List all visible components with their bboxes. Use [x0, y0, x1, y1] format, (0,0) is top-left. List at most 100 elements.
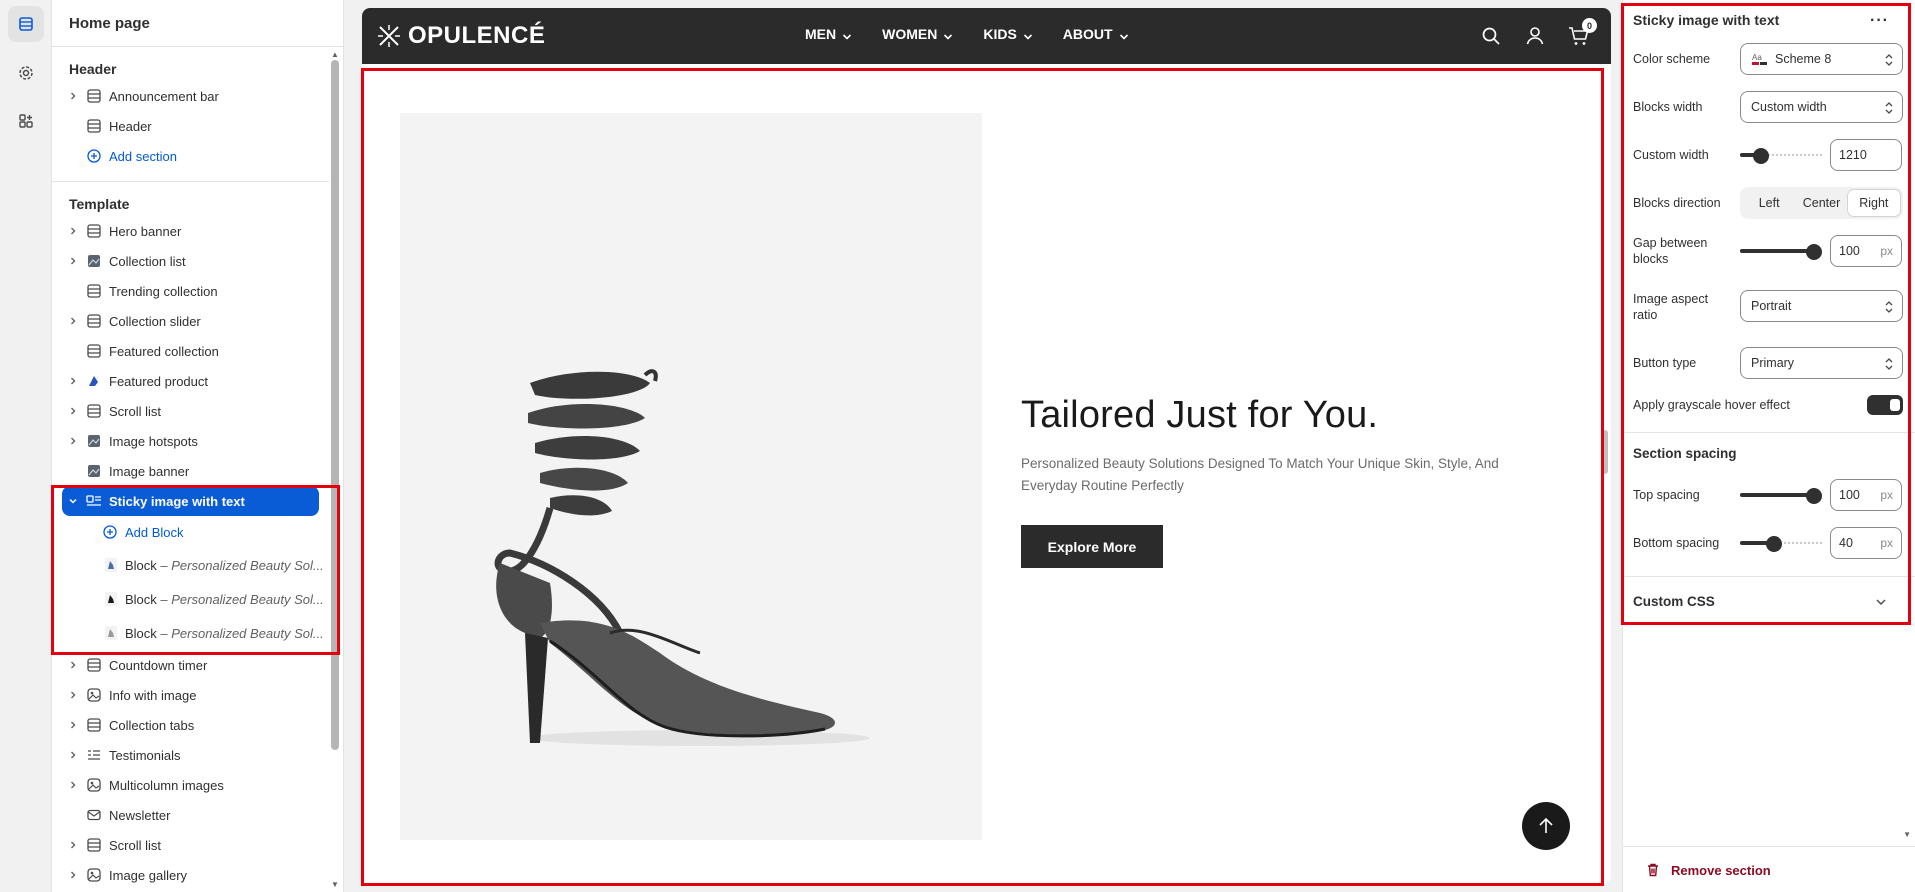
nav-link-men[interactable]: MEN	[805, 26, 852, 42]
slider-thumb[interactable]	[1753, 148, 1770, 164]
top-spacing-slider[interactable]	[1740, 479, 1822, 511]
sidebar-item-label: Collection list	[109, 253, 186, 269]
slider-thumb[interactable]	[1766, 536, 1783, 552]
chevron-right-icon[interactable]	[68, 840, 78, 850]
block-item[interactable]: Block – Personalized Beauty Sol...	[52, 616, 329, 650]
bottom-spacing-input[interactable]: 40 px	[1830, 527, 1902, 559]
chevron-down-icon[interactable]	[1875, 596, 1887, 608]
sidebar-scrollbar[interactable]	[331, 60, 339, 750]
button-type-select[interactable]: Primary	[1740, 347, 1903, 379]
sidebar-item-image-hotspots[interactable]: Image hotspots	[52, 426, 329, 456]
sidebar-item-image-gallery[interactable]: Image gallery	[52, 860, 329, 890]
sidebar-item-info-with-image[interactable]: Info with image	[52, 680, 329, 710]
sidebar-item-testimonials[interactable]: Testimonials	[52, 740, 329, 770]
select-arrows-icon	[1885, 102, 1893, 114]
blocks-width-select[interactable]: Custom width	[1740, 91, 1903, 123]
sidebar-item-announcement-bar[interactable]: Announcement bar	[52, 81, 329, 111]
color-swatch-icon: Aa	[1751, 52, 1769, 66]
slider-thumb[interactable]	[1806, 488, 1822, 504]
chevron-right-icon[interactable]	[68, 91, 78, 101]
sidebar-item-collection-tabs[interactable]: Collection tabs	[52, 710, 329, 740]
plus-circle-icon	[102, 524, 118, 540]
sections-icon[interactable]	[8, 6, 44, 42]
color-scheme-select[interactable]: Aa Scheme 8	[1740, 43, 1903, 75]
chevron-right-icon[interactable]	[68, 780, 78, 790]
add-block-button[interactable]: Add Block	[52, 516, 329, 548]
custom-css-toggle[interactable]: Custom CSS	[1633, 594, 1715, 609]
direction-option-center[interactable]: Center	[1795, 190, 1847, 216]
chevron-right-icon[interactable]	[68, 406, 78, 416]
brand-name: OPULENCÉ	[408, 22, 546, 49]
scroll-down-arrow[interactable]: ▼	[1903, 830, 1911, 839]
sidebar-item-label: Image gallery	[109, 867, 188, 883]
scroll-up-arrow[interactable]: ▲	[331, 50, 339, 59]
preview-scrollbar[interactable]	[1602, 430, 1608, 474]
blocks-direction-segmented: Left Center Right	[1740, 187, 1903, 219]
custom-width-input[interactable]: 1210	[1830, 139, 1902, 171]
grayscale-toggle[interactable]	[1867, 395, 1903, 415]
chevron-right-icon[interactable]	[68, 226, 78, 236]
block-item[interactable]: Block – Personalized Beauty Sol...	[52, 582, 329, 616]
chevron-right-icon[interactable]	[68, 376, 78, 386]
more-actions-icon[interactable]: ···	[1870, 12, 1889, 30]
nav-link-women[interactable]: WOMEN	[882, 26, 953, 42]
color-scheme-value: Scheme 8	[1775, 52, 1832, 66]
chevron-right-icon[interactable]	[68, 720, 78, 730]
block-prefix: Block	[125, 591, 157, 607]
section-icon	[86, 403, 102, 419]
sidebar-item-label: Trending collection	[109, 283, 218, 299]
sidebar-item-newsletter[interactable]: Newsletter	[52, 800, 329, 830]
sidebar-item-trending-collection[interactable]: Trending collection	[52, 276, 329, 306]
account-icon[interactable]	[1523, 24, 1547, 48]
chevron-down-icon[interactable]	[68, 496, 78, 506]
sidebar-item-featured-product[interactable]: Featured product	[52, 366, 329, 396]
slider-thumb[interactable]	[1806, 244, 1822, 260]
nav-link-kids[interactable]: KIDS	[983, 26, 1032, 42]
chevron-right-icon[interactable]	[68, 256, 78, 266]
back-to-top-button[interactable]	[1522, 802, 1570, 850]
apps-icon[interactable]	[8, 103, 44, 139]
gap-input[interactable]: 100 px	[1830, 235, 1902, 267]
chevron-right-icon[interactable]	[68, 316, 78, 326]
add-section-button[interactable]: Add section	[52, 141, 329, 171]
direction-option-left[interactable]: Left	[1743, 190, 1795, 216]
chevron-right-icon[interactable]	[68, 660, 78, 670]
search-icon[interactable]	[1479, 24, 1503, 48]
sidebar-item-image-banner[interactable]: Image banner	[52, 456, 329, 486]
store-logo[interactable]: OPULENCÉ	[376, 22, 545, 50]
text-block: Tailored Just for You. Personalized Beau…	[1021, 394, 1541, 568]
gap-slider[interactable]	[1740, 235, 1822, 267]
chevron-right-icon[interactable]	[68, 750, 78, 760]
chevron-right-icon[interactable]	[68, 436, 78, 446]
unit-label: px	[1880, 244, 1893, 258]
sidebar-item-hero-banner[interactable]: Hero banner	[52, 216, 329, 246]
custom-width-slider[interactable]	[1740, 139, 1822, 171]
sidebar-item-scroll-list[interactable]: Scroll list	[52, 830, 329, 860]
settings-icon[interactable]	[8, 55, 44, 91]
block-item[interactable]: Block – Personalized Beauty Sol...	[52, 548, 329, 582]
remove-section-button[interactable]: Remove section	[1645, 862, 1771, 878]
sticky-image-with-text-section[interactable]: Tailored Just for You. Personalized Beau…	[362, 64, 1611, 884]
sidebar-item-collection-list[interactable]: Collection list	[52, 246, 329, 276]
scroll-down-arrow[interactable]: ▼	[331, 880, 339, 889]
sidebar-item-multicolumn-images[interactable]: Multicolumn images	[52, 770, 329, 800]
sidebar-item-countdown-timer[interactable]: Countdown timer	[52, 650, 329, 680]
sidebar-item-header[interactable]: Header	[52, 111, 329, 141]
aspect-ratio-select[interactable]: Portrait	[1740, 290, 1903, 322]
nav-link-about[interactable]: ABOUT	[1063, 26, 1129, 42]
blocks-width-value: Custom width	[1751, 100, 1827, 114]
sidebar-item-collection-slider[interactable]: Collection slider	[52, 306, 329, 336]
sidebar-item-scroll-list[interactable]: Scroll list	[52, 396, 329, 426]
bottom-spacing-slider[interactable]	[1740, 527, 1822, 559]
chevron-down-icon	[1023, 29, 1033, 40]
direction-option-right[interactable]: Right	[1847, 190, 1900, 216]
divider	[52, 181, 329, 182]
image-with-text-icon	[86, 493, 102, 509]
chevron-right-icon[interactable]	[68, 870, 78, 880]
explore-more-button[interactable]: Explore More	[1021, 525, 1163, 568]
top-spacing-input[interactable]: 100 px	[1830, 479, 1902, 511]
cart-icon[interactable]: 0	[1567, 18, 1597, 48]
chevron-right-icon[interactable]	[68, 690, 78, 700]
sidebar-item-featured-collection[interactable]: Featured collection	[52, 336, 329, 366]
sidebar-item-sticky-image-with-text[interactable]: Sticky image with text	[62, 486, 319, 516]
